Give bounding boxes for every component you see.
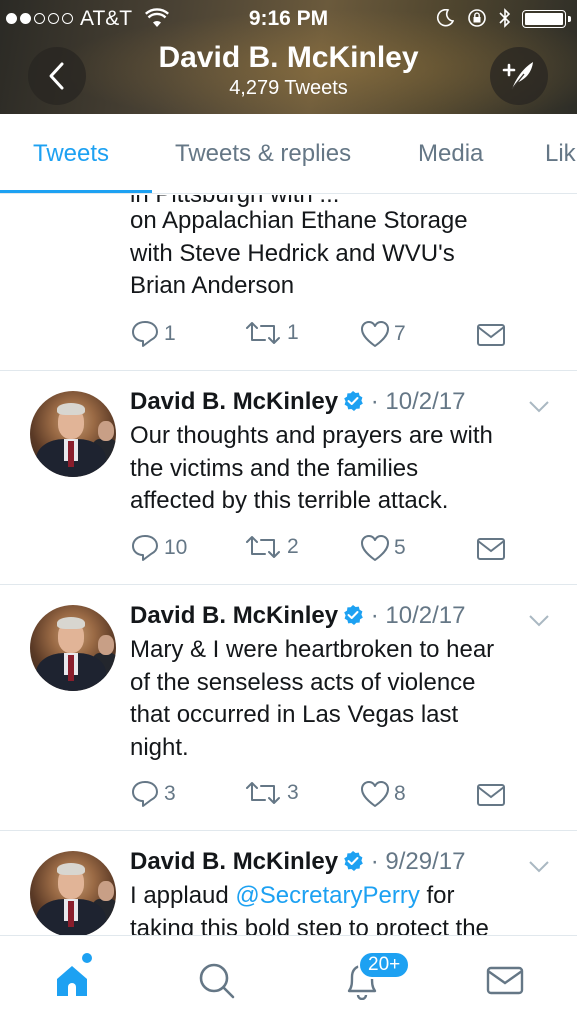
tab-tweets[interactable]: Tweets <box>33 140 109 168</box>
tab-media[interactable]: Media <box>418 140 483 168</box>
retweet-count: 1 <box>287 321 299 344</box>
like-button[interactable]: 5 <box>360 534 406 562</box>
profile-header: AT&T 9:16 PM David B. McKinley 4,279 Twe… <box>0 0 577 114</box>
tweet-date[interactable]: · 9/29/17 <box>371 848 466 875</box>
like-heart-icon <box>361 321 389 347</box>
chevron-down-icon[interactable] <box>528 860 550 874</box>
reply-button[interactable]: 1 <box>130 320 176 348</box>
retweet-count: 3 <box>287 781 299 804</box>
reply-count: 1 <box>164 322 176 345</box>
reply-icon <box>132 535 158 561</box>
tweet-date[interactable]: · 10/2/17 <box>371 388 466 415</box>
chevron-down-icon[interactable] <box>528 400 550 414</box>
direct-message-button[interactable] <box>476 783 506 807</box>
tab-likes[interactable]: Lik <box>545 140 576 168</box>
author-avatar[interactable] <box>30 851 116 935</box>
reply-button[interactable]: 10 <box>130 534 187 562</box>
tweet-actions: 10 2 5 <box>130 534 530 566</box>
author-name[interactable]: David B. McKinley <box>130 388 338 415</box>
clock: 9:16 PM <box>248 7 329 30</box>
tweet[interactable]: in Pittsburgh with ... on Appalachian Et… <box>0 195 577 371</box>
like-count: 8 <box>394 782 406 805</box>
reply-count: 10 <box>164 536 188 559</box>
chevron-down-icon[interactable] <box>528 614 550 628</box>
tweet-text: on Appalachian Ethane Storage with Steve… <box>130 207 468 299</box>
tweet-text: I applaud @SecretaryPerry for taking thi… <box>130 882 489 935</box>
verified-badge-icon <box>344 391 363 411</box>
like-heart-icon <box>361 781 389 807</box>
compose-tweet-button[interactable] <box>490 47 548 105</box>
like-count: 7 <box>394 322 406 345</box>
direct-message-button[interactable] <box>476 323 506 347</box>
author-name[interactable]: David B. McKinley <box>130 848 338 875</box>
verified-badge-icon <box>344 605 363 625</box>
battery-icon <box>522 10 571 28</box>
messages-envelope-icon[interactable] <box>485 960 525 1000</box>
tweet[interactable]: David B. McKinley · 9/29/17 I applaud @S… <box>0 831 577 935</box>
tweet-header: David B. McKinley · 10/2/17 <box>130 388 465 416</box>
author-name[interactable]: David B. McKinley <box>130 602 338 629</box>
search-icon[interactable] <box>196 960 236 1000</box>
retweet-button[interactable]: 2 <box>243 534 299 560</box>
new-content-dot <box>82 953 92 963</box>
retweet-button[interactable]: 3 <box>243 780 299 806</box>
tweet-actions: 1 1 7 <box>130 320 530 352</box>
author-avatar[interactable] <box>30 605 116 691</box>
home-icon[interactable] <box>52 960 92 1000</box>
reply-count: 3 <box>164 782 176 805</box>
retweet-icon <box>246 536 280 558</box>
direct-message-icon <box>477 324 505 346</box>
do-not-disturb-moon-icon <box>437 9 454 27</box>
bluetooth-icon <box>499 8 511 28</box>
notifications-badge: 20+ <box>358 951 411 979</box>
like-heart-icon <box>361 535 389 561</box>
like-button[interactable]: 7 <box>360 320 406 348</box>
compose-feather-icon <box>502 62 533 90</box>
tweet-text: Our thoughts and prayers are with the vi… <box>130 422 493 514</box>
retweet-count: 2 <box>287 535 299 558</box>
status-bar: AT&T 9:16 PM <box>0 0 577 38</box>
verified-badge-icon <box>344 851 363 871</box>
profile-tabs: Tweets Tweets & replies Media Lik <box>0 114 577 194</box>
tweet-date[interactable]: · 10/2/17 <box>371 602 466 629</box>
retweet-icon <box>246 322 280 344</box>
direct-message-icon <box>477 784 505 806</box>
direct-message-button[interactable] <box>476 537 506 561</box>
active-tab-indicator <box>0 190 152 193</box>
like-button[interactable]: 8 <box>360 780 406 808</box>
tweet-header: David B. McKinley · 9/29/17 <box>130 848 465 876</box>
rotation-lock-icon <box>468 9 486 27</box>
bottom-tab-bar: 20+ <box>0 935 577 1024</box>
author-avatar[interactable] <box>30 391 116 477</box>
tweet[interactable]: David B. McKinley · 10/2/17 Our thoughts… <box>0 371 577 585</box>
mention-link[interactable]: @SecretaryPerry <box>235 882 419 909</box>
tweet[interactable]: David B. McKinley · 10/2/17 Mary & I wer… <box>0 585 577 831</box>
retweet-button[interactable]: 1 <box>243 320 299 346</box>
like-count: 5 <box>394 536 406 559</box>
tweet-header: David B. McKinley · 10/2/17 <box>130 602 465 630</box>
tab-tweets-and-replies[interactable]: Tweets & replies <box>175 140 351 168</box>
tweet-feed[interactable]: in Pittsburgh with ... on Appalachian Et… <box>0 195 577 935</box>
tweet-actions: 3 3 8 <box>130 780 530 812</box>
reply-icon <box>132 321 158 347</box>
direct-message-icon <box>477 538 505 560</box>
tweet-text: Mary & I were heartbroken to hear of the… <box>130 636 495 761</box>
retweet-icon <box>246 782 280 804</box>
reply-icon <box>132 781 158 807</box>
reply-button[interactable]: 3 <box>130 780 176 808</box>
